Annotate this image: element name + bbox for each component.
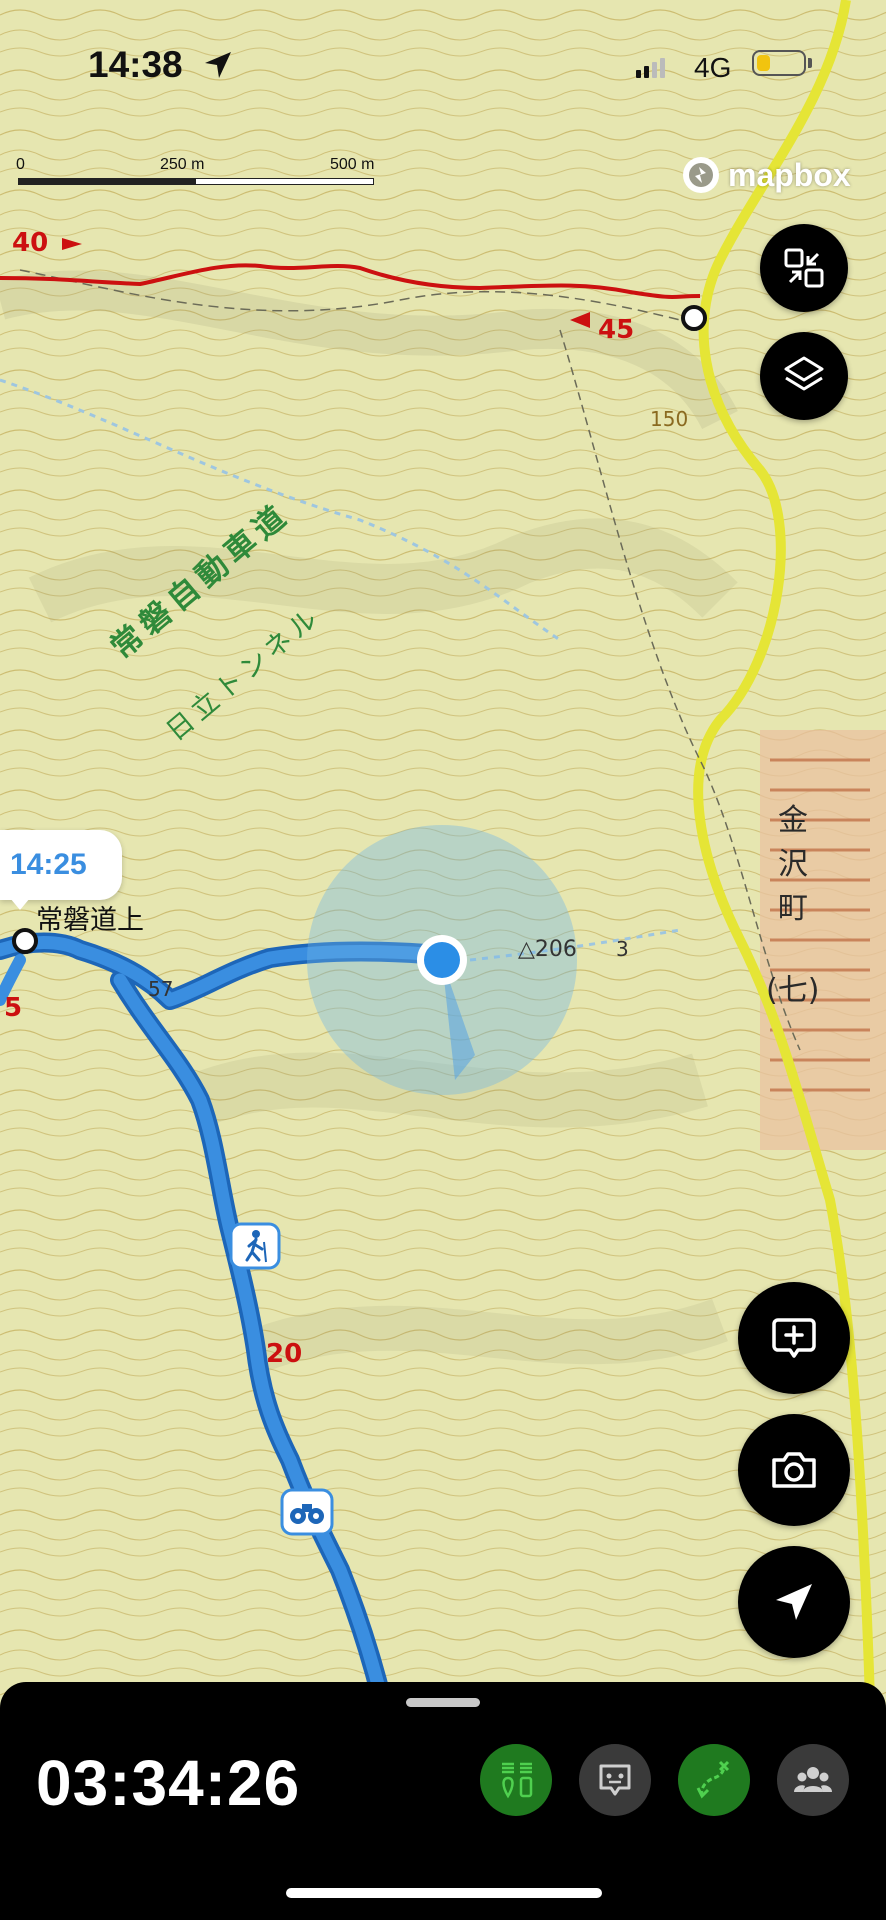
mapbox-label: mapbox [728, 156, 851, 193]
collapse-map-button[interactable] [760, 224, 848, 312]
mapbox-attribution[interactable]: mapbox [680, 154, 851, 196]
route-marker-45: 45 [598, 315, 634, 345]
status-time: 14:38 [88, 44, 183, 85]
collapse-icon [784, 248, 824, 288]
route-edit-icon [696, 1760, 730, 1799]
add-note-button[interactable] [738, 1282, 850, 1394]
status-bar: 14:38 4G [0, 0, 886, 110]
bubble-time: 14:25 [10, 848, 87, 881]
map-layers-button[interactable] [760, 332, 848, 420]
signal-icon [636, 58, 665, 78]
town-label-3: 町 [778, 891, 808, 926]
town-label-1: 金 [778, 803, 808, 838]
camera-icon [772, 1452, 816, 1488]
current-location-dot[interactable] [424, 942, 460, 978]
town-label-2: 沢 [778, 847, 808, 882]
town-suffix-label: (七) [766, 973, 819, 1008]
group-icon [794, 1767, 832, 1792]
contour-57-label: 57 [148, 977, 173, 1001]
binoculars-icon[interactable] [280, 1488, 334, 1536]
route-marker-40: 40 [12, 228, 48, 258]
navigation-button[interactable] [738, 1546, 850, 1658]
scale-label-0: 0 [16, 156, 25, 173]
town-blocks [760, 730, 886, 1150]
route-marker-5: 5 [4, 993, 22, 1023]
mapbox-logo-icon [683, 157, 719, 193]
route-marker-20: 20 [266, 1339, 302, 1369]
elapsed-time: 03:34:26 [36, 1747, 301, 1819]
scale-label-500: 500 m [330, 156, 375, 173]
chat-bot-icon [599, 1764, 631, 1796]
scale-bar: 0 250 m 500 m [16, 156, 396, 196]
chat-bot-button[interactable] [579, 1744, 651, 1816]
route-edit-button[interactable] [678, 1744, 750, 1816]
sheet-handle[interactable] [406, 1698, 480, 1707]
contour-150-label: 150 [650, 407, 688, 431]
time-bubble[interactable]: 14:25 [0, 830, 122, 900]
elevation-pins-icon [502, 1762, 533, 1799]
elevation-pins-button[interactable] [480, 1744, 552, 1816]
route-junction-marker[interactable] [681, 305, 707, 331]
layers-icon [784, 356, 824, 391]
hiker-icon[interactable] [229, 1222, 281, 1270]
network-type: 4G [694, 52, 732, 83]
camera-button[interactable] [738, 1414, 850, 1526]
battery-icon [752, 50, 806, 76]
home-indicator[interactable] [286, 1888, 602, 1898]
location-arrow-icon [205, 52, 231, 78]
navigation-arrow-icon [776, 1584, 812, 1620]
spot-height-label: △206 [518, 937, 577, 962]
marker-3-label: 3 [616, 937, 629, 961]
group-button[interactable] [777, 1744, 849, 1816]
place-name-label: 常磐道上 [36, 905, 144, 935]
add-note-icon [772, 1318, 816, 1358]
waypoint-marker[interactable] [12, 928, 38, 954]
scale-label-250: 250 m [160, 156, 205, 173]
bottom-sheet[interactable]: 03:34:26 [0, 1682, 886, 1920]
